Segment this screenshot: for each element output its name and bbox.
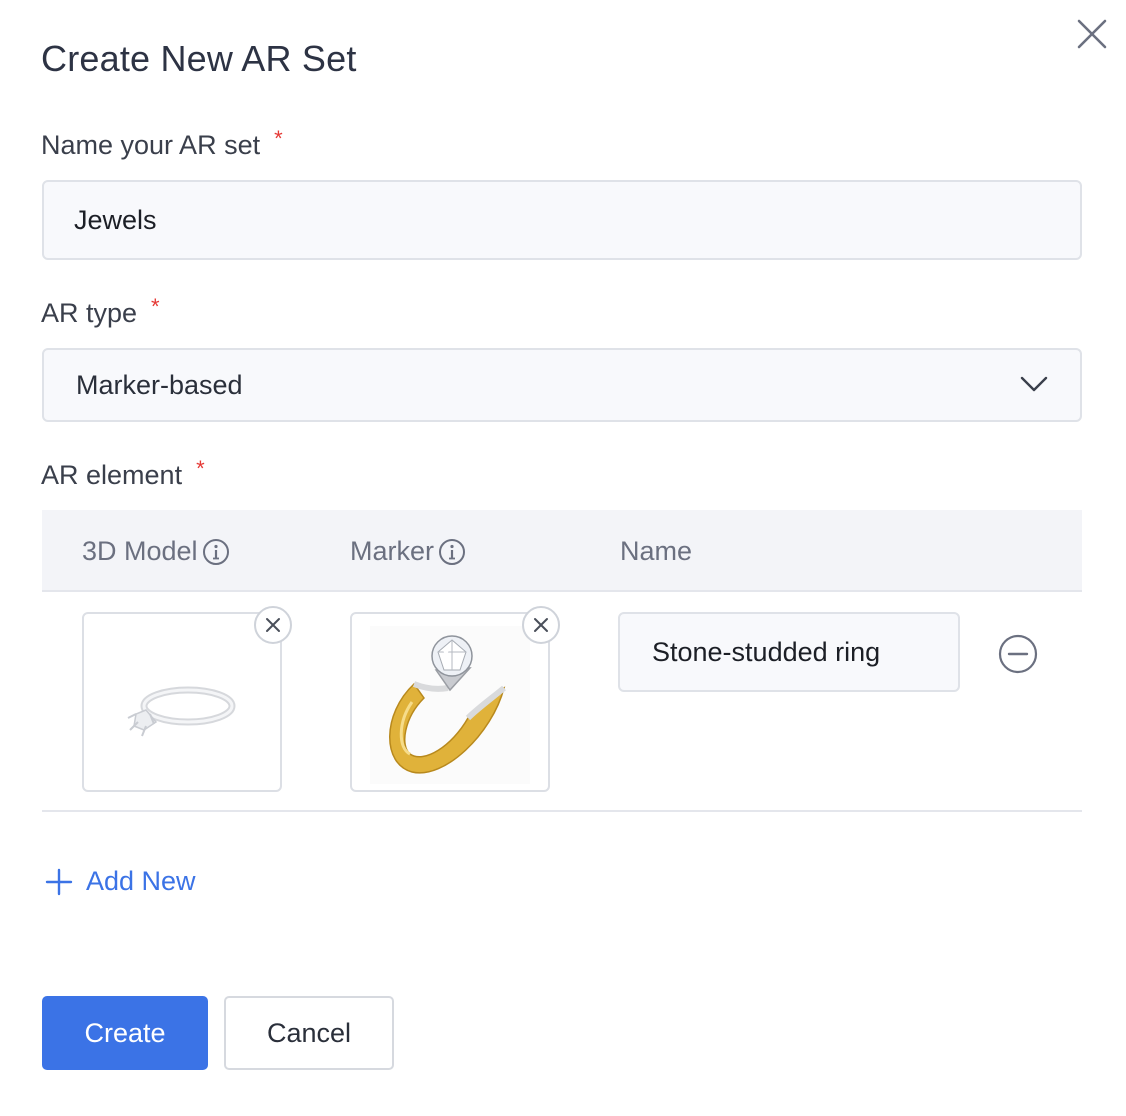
remove-row-button[interactable] <box>996 632 1040 676</box>
close-icon <box>534 618 548 632</box>
row-divider <box>42 810 1082 812</box>
add-new-label: Add New <box>86 866 196 896</box>
ar-type-label: AR type * <box>41 294 160 328</box>
column-name: Name <box>620 536 693 566</box>
plus-icon <box>45 868 73 895</box>
column-marker: Marker <box>350 536 466 567</box>
info-icon[interactable] <box>202 538 230 566</box>
minus-circle-icon <box>998 634 1038 674</box>
create-button[interactable]: Create <box>42 996 208 1070</box>
close-icon[interactable] <box>1074 16 1110 52</box>
required-marker: * <box>151 294 160 319</box>
ar-element-table-header: 3D Model Marker Name <box>42 510 1082 592</box>
required-marker: * <box>274 126 283 151</box>
marker-thumbnail[interactable] <box>350 606 560 792</box>
gold-ring-marker-image <box>370 626 530 784</box>
ar-type-select[interactable]: Marker-based <box>42 348 1082 422</box>
create-ar-set-dialog: Create New AR Set Name your AR set* AR t… <box>0 0 1126 1116</box>
close-icon <box>266 618 280 632</box>
add-new-button[interactable]: Add New <box>44 866 196 897</box>
remove-3d-model-button[interactable] <box>254 606 292 644</box>
ar-type-selected-value: Marker-based <box>76 370 243 400</box>
silver-ring-model-image <box>127 686 236 737</box>
ar-element-label: AR element * <box>41 456 205 490</box>
ar-set-name-input[interactable] <box>42 180 1082 260</box>
remove-marker-button[interactable] <box>522 606 560 644</box>
dialog-title: Create New AR Set <box>41 38 357 79</box>
3d-model-thumbnail[interactable] <box>82 606 292 792</box>
cancel-button[interactable]: Cancel <box>224 996 394 1070</box>
required-marker: * <box>196 456 205 481</box>
info-icon[interactable] <box>438 538 466 566</box>
ar-element-name-input[interactable] <box>618 612 960 692</box>
chevron-down-icon <box>1020 376 1048 392</box>
name-field-label: Name your AR set * <box>41 126 283 160</box>
column-3d-model: 3D Model <box>82 536 230 567</box>
